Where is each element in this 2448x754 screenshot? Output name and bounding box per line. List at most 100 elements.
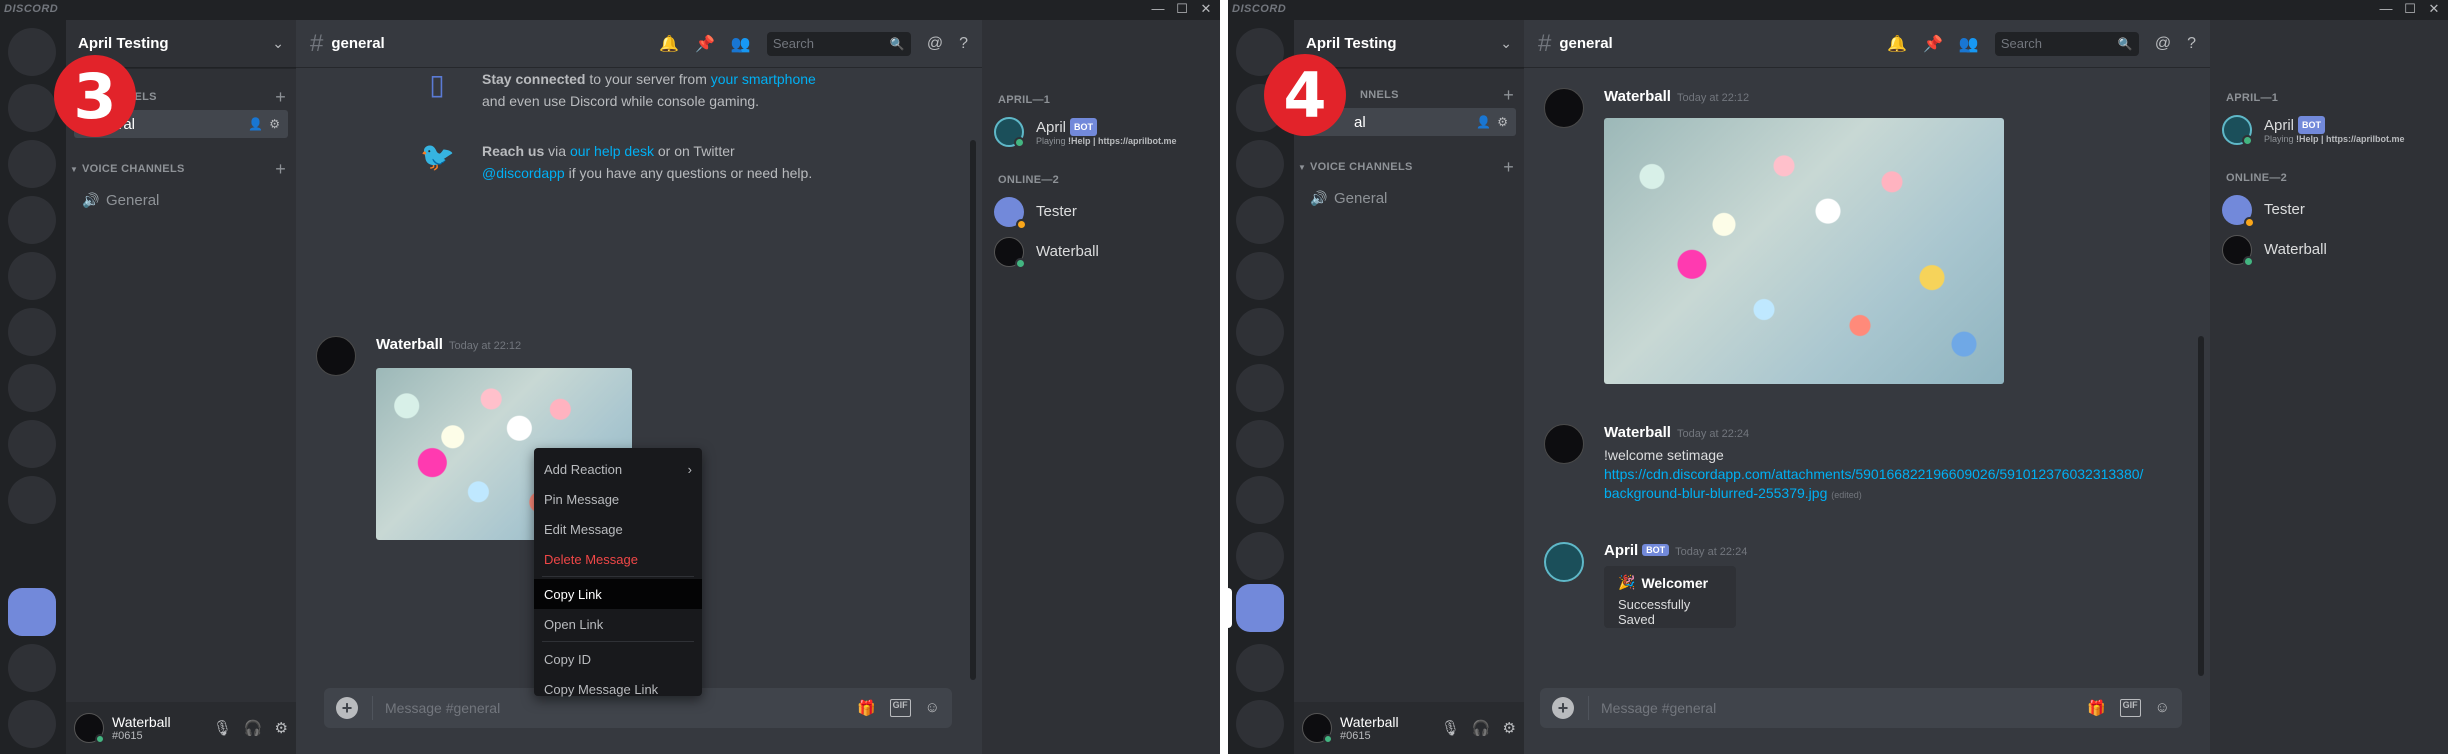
member-tester[interactable]: Tester — [994, 192, 1214, 232]
twitter-link[interactable]: @discordapp — [482, 165, 565, 181]
search-input[interactable]: Search 🔍 — [1994, 31, 2139, 56]
avatar[interactable] — [316, 336, 356, 376]
headphones-icon[interactable]: 🎧 — [244, 719, 263, 737]
bell-icon[interactable]: 🔔 — [1887, 34, 1907, 54]
menu-item-copy-id[interactable]: Copy ID — [534, 644, 702, 674]
server-icon[interactable] — [8, 476, 56, 524]
bell-icon[interactable]: 🔔 — [659, 34, 679, 54]
search-input[interactable]: Search 🔍 — [766, 31, 911, 56]
server-icon[interactable] — [8, 420, 56, 468]
menu-item-open-link[interactable]: Open Link — [534, 609, 702, 639]
gif-icon[interactable]: GIF — [889, 699, 911, 717]
attachment-link[interactable]: https://cdn.discordapp.com/attachments/5… — [1604, 466, 2143, 482]
smartphone-link[interactable]: your smartphone — [711, 71, 816, 87]
avatar[interactable] — [1544, 424, 1584, 464]
message-input[interactable]: Message #general — [1601, 700, 2087, 716]
server-icon[interactable] — [1236, 196, 1284, 244]
server-icon[interactable] — [1236, 644, 1284, 692]
member-april[interactable]: April BOT Playing !Help | https://aprilbo… — [2222, 110, 2442, 150]
server-icon[interactable] — [1236, 476, 1284, 524]
invite-icon[interactable]: 👤 — [1476, 115, 1491, 129]
help-icon[interactable]: ? — [2187, 35, 2196, 53]
invite-icon[interactable]: 👤 — [248, 117, 263, 131]
member-april[interactable]: April BOT Playing !Help | https://aprilbo… — [994, 112, 1214, 152]
menu-item-edit-message[interactable]: Edit Message — [534, 514, 702, 544]
members-icon[interactable]: 👥 — [1959, 34, 1979, 54]
chevron-down-icon[interactable]: ⌄ — [1500, 35, 1512, 52]
gear-icon[interactable]: ⚙ — [269, 117, 280, 131]
gift-icon[interactable]: 🎁 — [857, 699, 876, 717]
server-icon-april-testing[interactable] — [1228, 584, 1284, 632]
avatar[interactable] — [1302, 713, 1333, 744]
server-icon[interactable] — [1236, 532, 1284, 580]
minimize-icon[interactable]: — — [1148, 1, 1168, 16]
emoji-icon[interactable]: ☺ — [925, 699, 940, 717]
emoji-icon[interactable]: ☺ — [2155, 699, 2170, 717]
avatar[interactable] — [1544, 88, 1584, 128]
add-channel-icon[interactable]: + — [1503, 157, 1514, 178]
pin-icon[interactable]: 📌 — [1923, 34, 1943, 54]
menu-item-add-reaction[interactable]: Add Reaction › — [534, 454, 702, 484]
maximize-icon[interactable]: ☐ — [1172, 1, 1192, 17]
message-author[interactable]: April — [1604, 542, 1638, 559]
message-image[interactable] — [1604, 118, 2004, 384]
mic-icon[interactable]: 🎙 — [213, 719, 232, 737]
mention-icon[interactable]: @ — [2155, 35, 2171, 53]
close-icon[interactable]: ✕ — [2424, 1, 2444, 17]
mic-icon[interactable]: 🎙 — [1441, 719, 1460, 737]
gear-icon[interactable]: ⚙ — [1497, 115, 1508, 129]
menu-item-copy-message-link[interactable]: Copy Message Link — [534, 674, 702, 704]
server-icon[interactable] — [8, 84, 56, 132]
add-channel-icon[interactable]: + — [275, 87, 286, 108]
category-voice-channels[interactable]: ▼ VOICE CHANNELS + — [1294, 157, 1524, 178]
gear-icon[interactable]: ⚙ — [1503, 719, 1516, 737]
category-voice-channels[interactable]: ▼ VOICE CHANNELS + — [66, 159, 296, 180]
chevron-down-icon[interactable]: ⌄ — [272, 35, 284, 52]
upload-plus-icon[interactable]: + — [336, 697, 358, 719]
attachment-link[interactable]: background-blur-blurred-255379.jpg — [1604, 485, 1827, 501]
gif-icon[interactable]: GIF — [2119, 699, 2141, 717]
server-icon[interactable] — [1236, 420, 1284, 468]
server-icon[interactable] — [1236, 252, 1284, 300]
members-icon[interactable]: 👥 — [731, 34, 751, 54]
server-icon[interactable] — [8, 28, 56, 76]
server-icon[interactable] — [1236, 308, 1284, 356]
server-icon[interactable] — [8, 644, 56, 692]
add-channel-icon[interactable]: + — [1503, 85, 1514, 106]
server-icon[interactable] — [8, 700, 56, 748]
message-author[interactable]: Waterball — [1604, 88, 1671, 105]
message-composer[interactable]: + Message #general 🎁 GIF ☺ — [1540, 688, 2182, 728]
upload-plus-icon[interactable]: + — [1552, 697, 1574, 719]
server-icon-april-testing[interactable] — [8, 588, 56, 636]
mention-icon[interactable]: @ — [927, 35, 943, 53]
server-icon[interactable] — [8, 308, 56, 356]
member-tester[interactable]: Tester — [2222, 190, 2442, 230]
server-icon[interactable] — [8, 196, 56, 244]
menu-item-delete-message[interactable]: Delete Message — [534, 544, 702, 574]
message-author[interactable]: Waterball — [376, 336, 443, 353]
server-icon[interactable] — [8, 364, 56, 412]
server-icon[interactable] — [1236, 364, 1284, 412]
maximize-icon[interactable]: ☐ — [2400, 1, 2420, 17]
server-icon[interactable] — [8, 140, 56, 188]
pin-icon[interactable]: 📌 — [695, 34, 715, 54]
server-icon[interactable] — [1236, 140, 1284, 188]
help-desk-link[interactable]: our help desk — [570, 143, 654, 159]
scrollbar[interactable] — [2198, 336, 2204, 676]
voice-channel-general[interactable]: 🔊 General — [74, 186, 288, 214]
message-author[interactable]: Waterball — [1604, 424, 1671, 441]
server-icon[interactable] — [8, 252, 56, 300]
add-channel-icon[interactable]: + — [275, 159, 286, 180]
menu-item-copy-link[interactable]: Copy Link — [534, 579, 702, 609]
menu-item-pin-message[interactable]: Pin Message — [534, 484, 702, 514]
member-waterball[interactable]: Waterball — [2222, 230, 2442, 270]
member-waterball[interactable]: Waterball — [994, 232, 1214, 272]
voice-channel-general[interactable]: 🔊 General — [1302, 184, 1516, 212]
minimize-icon[interactable]: — — [2376, 1, 2396, 16]
gift-icon[interactable]: 🎁 — [2087, 699, 2106, 717]
headphones-icon[interactable]: 🎧 — [1472, 719, 1491, 737]
close-icon[interactable]: ✕ — [1196, 1, 1216, 17]
avatar[interactable] — [74, 713, 105, 744]
gear-icon[interactable]: ⚙ — [275, 719, 288, 737]
server-icon[interactable] — [1236, 700, 1284, 748]
